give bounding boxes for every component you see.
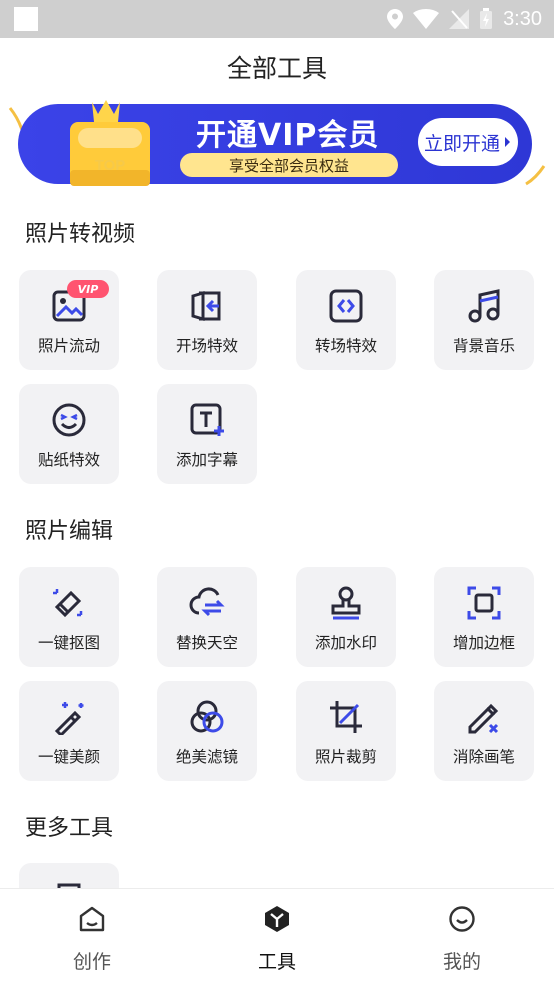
status-icons: 3:30 [387,0,542,38]
filter-circles-icon [190,700,224,733]
sticker-face-icon [52,403,86,437]
wifi-icon [413,9,440,29]
smile-icon [449,906,475,932]
status-time: 3:30 [503,7,542,30]
tool-label: 开场特效 [175,337,238,355]
tool-label: 增加边框 [452,634,515,652]
nav-tab-tools[interactable]: 工具 [217,889,337,987]
signal-icon [449,9,470,29]
tool-add-subtitle[interactable]: 添加字幕 [157,384,257,484]
transition-icon [329,289,363,323]
nav-label: 我的 [442,951,481,973]
tool-label: 一键美颜 [37,748,100,766]
section-title-photo-to-video: 照片转视频 [25,222,136,247]
nav-label: 工具 [257,951,296,973]
open-vip-label: 立即开通 [423,132,500,155]
tool-replace-sky[interactable]: 替换天空 [157,567,257,667]
page-title: 全部工具 [226,54,327,83]
location-icon [387,9,404,29]
nav-tab-mine[interactable]: 我的 [402,889,522,987]
tool-one-click-beauty[interactable]: 一键美颜 [19,681,119,781]
cloud-swap-icon [189,587,225,617]
tool-add-frame[interactable]: 增加边框 [434,567,534,667]
banner-subtitle: 享受全部会员权益 [180,153,398,177]
tool-background-music[interactable]: 背景音乐 [434,270,534,370]
frame-icon [467,586,501,620]
tool-erase-brush[interactable]: 消除画笔 [434,681,534,781]
tool-add-watermark[interactable]: 添加水印 [296,567,396,667]
tool-label: 背景音乐 [452,337,515,355]
tool-opening-effect[interactable]: 开场特效 [157,270,257,370]
bottom-nav: 创作 工具 我的 [0,888,554,987]
battery-icon [480,8,493,29]
pen-erase-icon [468,703,499,734]
magic-wand-icon [54,702,84,735]
tool-partial[interactable] [19,863,119,888]
section-title-photo-edit: 照片编辑 [25,519,114,544]
tool-label: 照片裁剪 [314,748,377,766]
eraser-icon [53,589,83,618]
nav-tab-create[interactable]: 创作 [32,889,152,987]
tool-sticker-effect[interactable]: 贴纸特效 [19,384,119,484]
tool-label: 替换天空 [175,634,238,652]
vip-banner[interactable]: TOP 开通VIP会员 享受全部会员权益 立即开通 [8,96,546,196]
tool-filter[interactable]: 绝美滤镜 [157,681,257,781]
tool-label: 绝美滤镜 [175,748,238,766]
tool-label: 一键抠图 [37,634,100,652]
music-icon [468,289,500,323]
tool-label: 添加字幕 [175,451,238,469]
door-icon [191,290,221,322]
svg-text:TOP: TOP [95,157,126,174]
crop-icon [330,701,362,733]
tool-crop[interactable]: 照片裁剪 [296,681,396,781]
tool-one-click-cutout[interactable]: 一键抠图 [19,567,119,667]
open-vip-button[interactable]: 立即开通 [418,118,518,166]
tool-label: 消除画笔 [452,748,515,766]
tool-transition-effect[interactable]: 转场特效 [296,270,396,370]
nav-label: 创作 [72,951,111,973]
stamp-icon [331,586,361,620]
banner-title: 开通VIP会员 [196,118,380,153]
tool-label: 照片流动 [37,337,100,355]
tool-label: 转场特效 [314,337,377,355]
home-icon [79,906,105,932]
notification-icon [14,7,38,31]
section-title-more-tools: 更多工具 [25,816,114,841]
header: 全部工具 [0,38,554,96]
crown-icon: TOP [56,96,166,194]
tool-photo-flow[interactable]: VIP 照片流动 [19,270,119,370]
tool-label: 贴纸特效 [37,451,100,469]
text-add-icon [190,403,224,436]
tools-cube-icon [265,906,289,932]
vip-badge: VIP [67,280,109,298]
status-bar: 3:30 [0,0,554,38]
chevron-right-icon [505,137,510,147]
tool-label: 添加水印 [314,634,377,652]
